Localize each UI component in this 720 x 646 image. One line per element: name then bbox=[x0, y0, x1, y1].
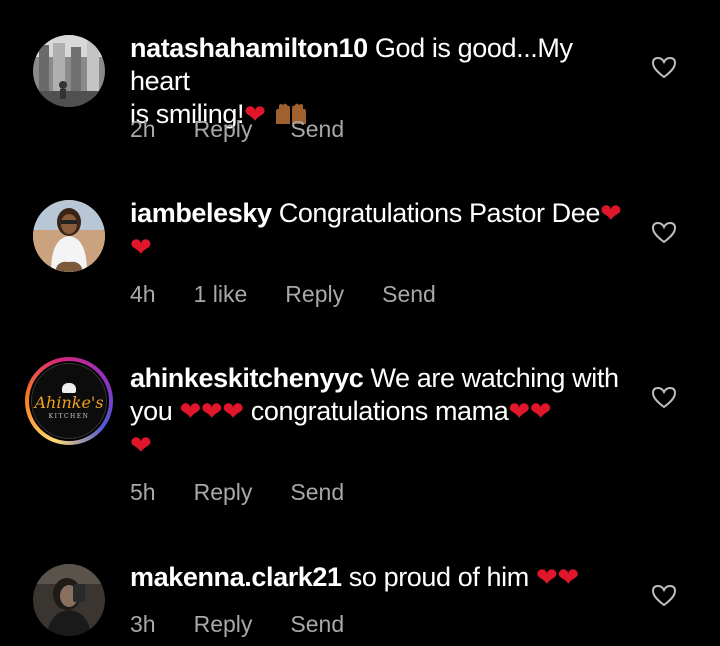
heart-emoji: ❤ bbox=[508, 397, 530, 427]
send-button[interactable]: Send bbox=[382, 281, 436, 308]
comment-text: iambelesky Congratulations Pastor Dee❤ ❤ bbox=[130, 197, 630, 265]
avatar[interactable] bbox=[33, 35, 105, 107]
send-button[interactable]: Send bbox=[290, 116, 344, 143]
ahinkes-kitchen-logo: Ahinke's KITCHEN bbox=[31, 363, 107, 439]
heart-emoji: ❤ bbox=[130, 431, 152, 461]
send-button[interactable]: Send bbox=[290, 479, 344, 506]
comment-username[interactable]: makenna.clark21 bbox=[130, 562, 342, 592]
heart-emoji: ❤ bbox=[529, 397, 552, 427]
heart-outline-icon[interactable] bbox=[651, 584, 677, 608]
comment-body: congratulations mama bbox=[250, 396, 509, 426]
comment-meta: 3h Reply Send bbox=[130, 611, 382, 638]
comment-body: We are watching with bbox=[370, 363, 619, 393]
heart-outline-icon[interactable] bbox=[651, 221, 677, 245]
heart-emoji: ❤ bbox=[200, 397, 223, 427]
comment-time: 4h bbox=[130, 281, 156, 307]
reply-button[interactable]: Reply bbox=[194, 479, 253, 506]
comment-time: 3h bbox=[130, 611, 156, 637]
comment-body: you bbox=[130, 396, 173, 426]
comment-text: makenna.clark21 so proud of him ❤❤ bbox=[130, 561, 630, 595]
heart-emoji: ❤ bbox=[130, 233, 152, 263]
comment-username[interactable]: natashahamilton10 bbox=[130, 33, 368, 63]
comment-text: ahinkeskitchenyyc We are watching with y… bbox=[130, 362, 630, 463]
comment-body: Congratulations Pastor Dee bbox=[278, 198, 601, 228]
comment-time: 2h bbox=[130, 116, 156, 142]
comment-username[interactable]: ahinkeskitchenyyc bbox=[130, 363, 364, 393]
comment-time: 5h bbox=[130, 479, 156, 505]
avatar[interactable] bbox=[33, 564, 105, 636]
heart-emoji: ❤ bbox=[600, 199, 622, 229]
avatar-story-ring[interactable]: Ahinke's KITCHEN bbox=[25, 357, 113, 445]
comment-meta: 2h Reply Send bbox=[130, 116, 382, 143]
heart-outline-icon[interactable] bbox=[651, 56, 677, 80]
comment-meta: 5h Reply Send bbox=[130, 479, 382, 506]
comment-body: so proud of him bbox=[348, 562, 530, 592]
likes-count[interactable]: 1 like bbox=[194, 281, 248, 308]
comment-meta: 4h 1 like Reply Send bbox=[130, 281, 474, 308]
send-button[interactable]: Send bbox=[290, 611, 344, 638]
heart-emoji: ❤ bbox=[535, 563, 558, 593]
heart-emoji: ❤ bbox=[557, 563, 579, 593]
comment-username[interactable]: iambelesky bbox=[130, 198, 272, 228]
heart-outline-icon[interactable] bbox=[651, 386, 677, 410]
reply-button[interactable]: Reply bbox=[285, 281, 344, 308]
avatar[interactable] bbox=[33, 200, 105, 272]
heart-emoji: ❤ bbox=[222, 397, 244, 427]
reply-button[interactable]: Reply bbox=[194, 611, 253, 638]
reply-button[interactable]: Reply bbox=[194, 116, 253, 143]
heart-emoji: ❤ bbox=[179, 397, 201, 427]
